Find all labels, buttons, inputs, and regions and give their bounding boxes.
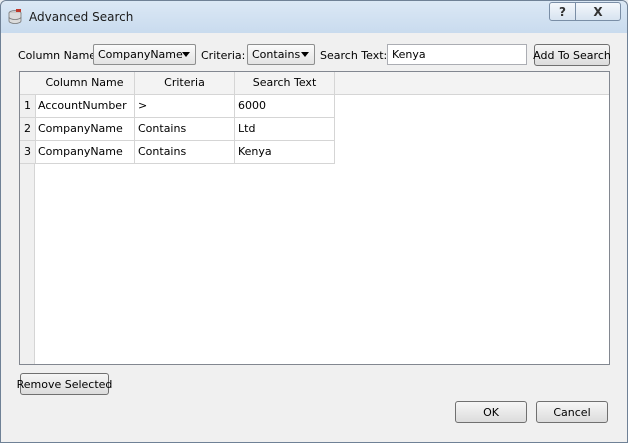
table-cell[interactable]: Contains (135, 141, 235, 164)
table-cell[interactable]: 6000 (235, 95, 335, 118)
column-name-dropdown[interactable]: CompanyName (93, 44, 196, 65)
database-icon (8, 9, 22, 24)
table-cell[interactable]: Ltd (235, 118, 335, 141)
ok-button[interactable]: OK (455, 401, 527, 423)
table-cell[interactable]: Kenya (235, 141, 335, 164)
header-search-text[interactable]: Search Text (235, 72, 335, 95)
criteria-table[interactable]: Column Name Criteria Search Text 1 Accou… (19, 71, 610, 365)
chevron-down-icon (301, 52, 309, 57)
row-header[interactable]: 2 (20, 118, 36, 141)
table-cell[interactable]: Contains (135, 118, 235, 141)
search-text-label: Search Text: (320, 49, 388, 62)
row-header[interactable]: 3 (20, 141, 36, 164)
search-text-input[interactable]: Kenya (387, 44, 527, 65)
table-cell[interactable]: CompanyName (35, 118, 135, 141)
add-to-search-button[interactable]: Add To Search (533, 44, 611, 66)
header-criteria[interactable]: Criteria (135, 72, 235, 95)
header-column-name[interactable]: Column Name (35, 72, 135, 95)
advanced-search-dialog: Advanced Search ? X Column Name: Company… (0, 0, 628, 443)
help-button[interactable]: ? (549, 2, 576, 21)
table-cell[interactable]: AccountNumber (35, 95, 135, 118)
remove-selected-button[interactable]: Remove Selected (17, 373, 112, 395)
criteria-label: Criteria: (201, 49, 246, 62)
corner-cell[interactable] (20, 72, 36, 95)
table-cell[interactable]: CompanyName (35, 141, 135, 164)
dialog-content: Column Name: CompanyName Criteria: Conta… (7, 33, 621, 436)
row-header[interactable]: 1 (20, 95, 36, 118)
cancel-button[interactable]: Cancel (536, 401, 608, 423)
column-name-label: Column Name: (18, 49, 100, 62)
window-title: Advanced Search (29, 10, 134, 24)
close-button[interactable]: X (576, 2, 621, 21)
chevron-down-icon (182, 52, 190, 57)
criteria-value: Contains (252, 48, 301, 61)
title-bar[interactable]: Advanced Search ? X (1, 1, 627, 33)
table-cell[interactable]: > (135, 95, 235, 118)
criteria-dropdown[interactable]: Contains (247, 44, 315, 65)
column-name-value: CompanyName (98, 48, 183, 61)
